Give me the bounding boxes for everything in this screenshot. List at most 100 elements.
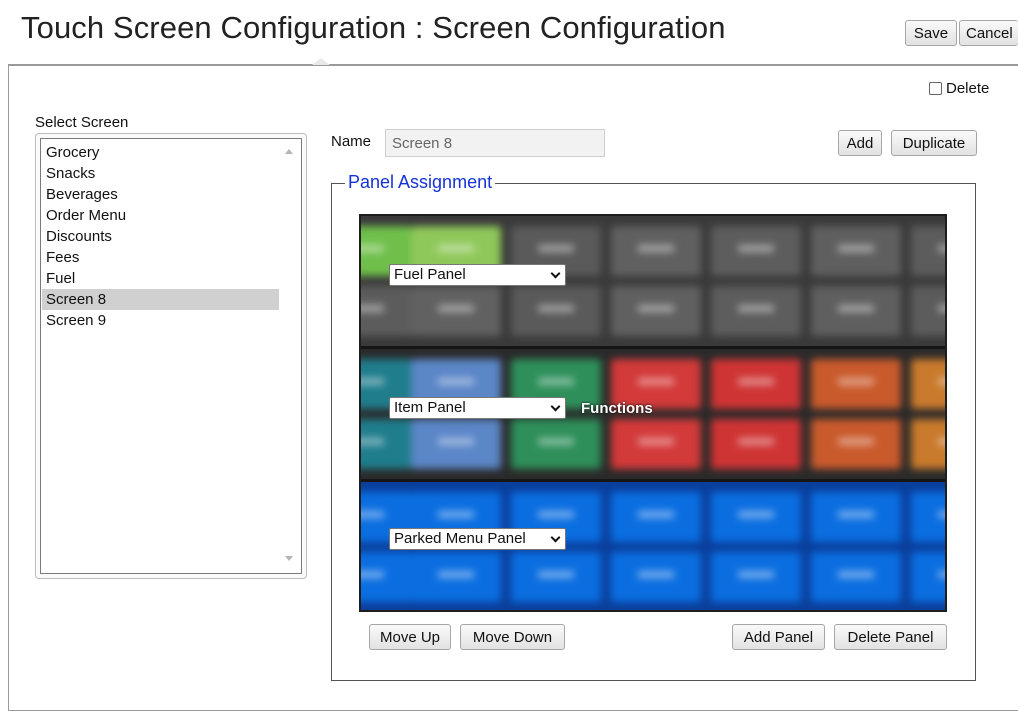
tile-label-blur [938,571,945,578]
scroll-up-arrow-icon[interactable] [285,149,293,154]
panel-tile [911,419,945,469]
page-title: Touch Screen Configuration : Screen Conf… [21,10,726,45]
tile-label-blur [638,305,674,312]
select-screen-label: Select Screen [35,114,129,131]
screen-item-grocery[interactable]: Grocery [42,142,279,163]
save-button[interactable]: Save [905,20,957,46]
panel-tile [811,492,901,542]
delete-panel-button[interactable]: Delete Panel [834,624,947,650]
delete-checkbox[interactable] [929,82,942,95]
panel-tile [511,419,601,469]
cancel-button[interactable]: Cancel [959,20,1018,46]
header-notch [312,58,330,65]
screen-item-discounts[interactable]: Discounts [42,226,279,247]
panel-tile [611,226,701,276]
tile-label-blur [938,378,945,385]
screen-item-snacks[interactable]: Snacks [42,163,279,184]
name-label: Name [331,133,372,150]
panel-tile [511,552,601,602]
tile-label-blur [638,571,674,578]
delete-toggle[interactable]: Delete [929,80,989,97]
panel-tile [611,492,701,542]
panel-assignment-legend: Panel Assignment [345,172,496,193]
tile-label-blur [438,245,474,252]
functions-label: Functions [581,400,653,417]
fuel-panel-select-value: Fuel Panel [394,266,466,283]
panel-tile [811,359,901,409]
chevron-down-icon [550,268,561,279]
panel-tile [911,552,945,602]
scroll-down-arrow-icon[interactable] [285,556,293,561]
panel-tile [811,226,901,276]
delete-label: Delete [946,80,990,97]
move-up-button[interactable]: Move Up [369,624,451,650]
panel-tile [611,552,701,602]
tile-label-blur [361,511,384,518]
panel-tile [411,552,501,602]
panel-tile [361,552,411,602]
tile-label-blur [361,571,384,578]
tile-label-blur [738,511,774,518]
tile-label-blur [538,378,574,385]
tile-label-blur [538,511,574,518]
panel-tile [711,359,801,409]
panel-tile [911,226,945,276]
tile-label-blur [738,571,774,578]
add-panel-button[interactable]: Add Panel [732,624,825,650]
tile-label-blur [361,438,384,445]
tile-label-blur [738,305,774,312]
panel-tile [611,286,701,336]
panel-tile [411,419,501,469]
tile-label-blur [838,571,874,578]
tile-label-blur [738,438,774,445]
panel-tile [361,419,411,469]
panel-tile [711,552,801,602]
screen-item-screen-9[interactable]: Screen 9 [42,310,279,331]
tile-label-blur [538,305,574,312]
item-panel-select[interactable]: Item Panel [389,397,566,419]
name-input[interactable] [385,129,605,157]
screen-item-fees[interactable]: Fees [42,247,279,268]
tile-label-blur [538,245,574,252]
tile-label-blur [361,245,384,252]
tile-label-blur [838,438,874,445]
item-panel-select-value: Item Panel [394,399,466,416]
panel-tile [911,359,945,409]
screen-item-fuel[interactable]: Fuel [42,268,279,289]
parked-panel-select[interactable]: Parked Menu Panel [389,528,566,550]
tile-label-blur [538,571,574,578]
tile-label-blur [638,511,674,518]
tile-label-blur [638,245,674,252]
tile-label-blur [438,571,474,578]
panel-tile [911,492,945,542]
screen-item-screen-8[interactable]: Screen 8 [42,289,279,310]
tile-label-blur [438,305,474,312]
screen-item-beverages[interactable]: Beverages [42,184,279,205]
tile-label-blur [361,378,384,385]
panel-tile [411,286,501,336]
move-down-button[interactable]: Move Down [460,624,565,650]
screen-listbox[interactable]: Grocery Snacks Beverages Order Menu Disc… [40,138,302,574]
panel-tile [511,286,601,336]
fuel-panel-select[interactable]: Fuel Panel [389,264,566,286]
tile-label-blur [438,438,474,445]
tile-label-blur [538,438,574,445]
duplicate-button[interactable]: Duplicate [891,130,977,156]
tile-label-blur [938,305,945,312]
panel-tile [611,419,701,469]
screen-item-order-menu[interactable]: Order Menu [42,205,279,226]
tile-label-blur [738,245,774,252]
tile-label-blur [738,378,774,385]
tile-label-blur [938,511,945,518]
tile-label-blur [838,378,874,385]
tile-label-blur [938,438,945,445]
parked-panel-select-value: Parked Menu Panel [394,530,526,547]
panel-tile [811,552,901,602]
chevron-down-icon [550,532,561,543]
panel-tile [711,492,801,542]
panel-tile [811,286,901,336]
tile-label-blur [638,438,674,445]
panel-tile [361,286,411,336]
panel-tile [711,286,801,336]
add-button[interactable]: Add [838,130,882,156]
